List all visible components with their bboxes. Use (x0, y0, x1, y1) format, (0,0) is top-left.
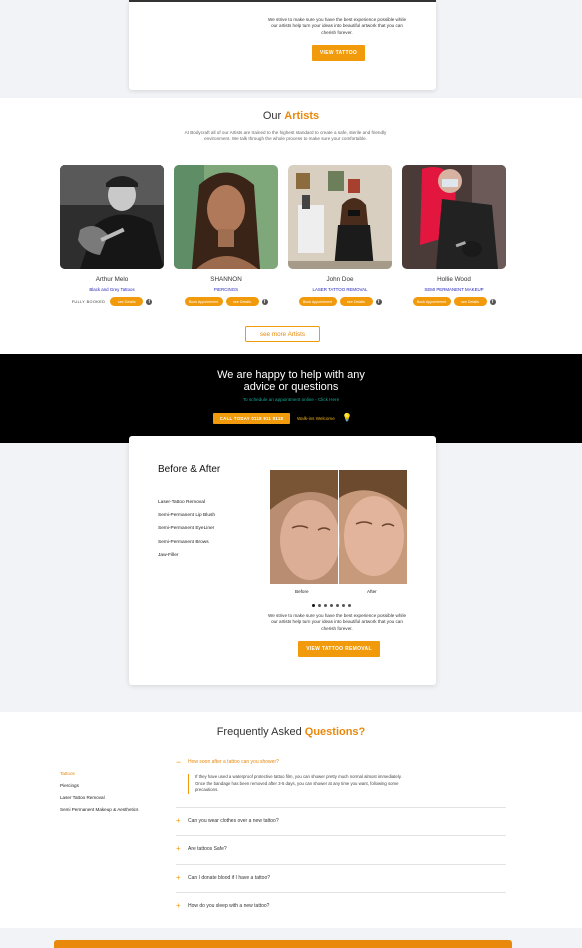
faq-divider (176, 892, 506, 893)
footer-bar (54, 940, 512, 948)
help-banner: We are happy to help with any advice or … (0, 354, 582, 443)
artist-name: Arthur Melo (95, 276, 129, 283)
carousel-dot[interactable] (336, 604, 339, 607)
artist-name: John Doe (326, 276, 354, 283)
faq-question-text: Are tattoos Safe? (188, 845, 227, 852)
artists-intro: At Bodycraft all of our Artists are trai… (184, 130, 387, 142)
plus-icon: + (176, 901, 181, 910)
carousel-dot[interactable] (348, 604, 351, 607)
faq-divider (176, 835, 506, 836)
card-top-border (129, 0, 436, 2)
minus-icon: − (176, 757, 182, 767)
artist-name: SHANNON (210, 276, 242, 283)
schedule-online-link[interactable]: To schedule an appointment online - Clic… (0, 397, 582, 402)
artist-role[interactable]: Black and Grey Tattoos (60, 287, 164, 292)
faq-category-active[interactable]: Tattoos (60, 768, 138, 780)
faq-question[interactable]: + Can you wear clothes over a new tattoo… (176, 816, 506, 825)
treatment-item[interactable]: Semi-Permanent Lip Blush (158, 513, 215, 518)
faq-question-text: How do you sleep with a new tattoo? (188, 902, 270, 909)
artist-card: Arthur Melo Black and Grey Tattoos FULLY… (60, 165, 164, 306)
carousel-dot[interactable] (324, 604, 327, 607)
carousel-dot[interactable] (342, 604, 345, 607)
book-appointment-button[interactable]: Book Appointment (184, 297, 223, 306)
view-tattoo-removal-button[interactable]: VIEW TATTOO REMOVAL (298, 641, 380, 657)
before-after-text: We strive to make sure you have the best… (267, 613, 407, 631)
view-tattoo-button[interactable]: VIEW TATTOO (312, 45, 365, 61)
top-card-text: We strive to make sure you have the best… (267, 17, 407, 35)
treatment-item[interactable]: Laser-Tattoo Removal (158, 500, 215, 505)
faq-question-text: How soon after a tattoo can you shower? (188, 759, 279, 765)
top-card: We strive to make sure you have the best… (129, 0, 436, 90)
faq-title: Frequently Asked Questions? (0, 726, 582, 738)
help-title: We are happy to help with any advice or … (0, 369, 582, 393)
carousel-dots (312, 604, 351, 607)
call-today-button[interactable]: CALL TODAY 0118 911 8118 (213, 413, 290, 424)
faq-question[interactable]: + Can I donate blood if I have a tattoo? (176, 873, 506, 882)
plus-icon: + (176, 873, 181, 882)
faq-open-question[interactable]: − How soon after a tattoo can you shower… (176, 757, 506, 767)
artists-title: Our Artists (0, 110, 582, 122)
faq-category[interactable]: Piercings (60, 780, 138, 792)
faq-question[interactable]: + How do you sleep with a new tattoo? (176, 901, 506, 910)
faq-question-text: Can I donate blood if I have a tattoo? (188, 874, 271, 881)
artists-title-accent: Artists (284, 110, 320, 122)
see-details-button[interactable]: see Details (453, 297, 487, 306)
artist-role[interactable]: PIERCINGS (174, 287, 278, 292)
treatment-item[interactable]: Jaw-Filler (158, 553, 215, 558)
before-after-card: Before & After Laser-Tattoo Removal Semi… (129, 436, 436, 685)
treatment-item[interactable]: Semi-Permanent Brows (158, 540, 215, 545)
artist-role[interactable]: SEMI PERMANENT MAKEUP (402, 287, 506, 292)
artist-card: Hollie Wood SEMI PERMANENT MAKEUP Book A… (402, 165, 506, 306)
before-after-title: Before & After (158, 464, 221, 475)
carousel-dot[interactable] (330, 604, 333, 607)
plus-icon: + (176, 816, 181, 825)
carousel-dot[interactable] (318, 604, 321, 607)
faq-answer: If they have used a waterproof protectiv… (188, 774, 408, 794)
artist-name: Hollie Wood (437, 276, 471, 283)
facebook-icon[interactable]: f (375, 298, 382, 305)
artist-card: John Doe LASER TATTOO REMOVAL Book Appoi… (288, 165, 392, 306)
facebook-icon[interactable]: f (146, 298, 153, 305)
help-title-line1: We are happy to help with any (217, 369, 365, 381)
facebook-icon[interactable]: f (489, 298, 496, 305)
faq-category[interactable]: Semi Permanent Makeup & Aesthetics (60, 804, 138, 816)
book-appointment-button[interactable]: Book Appointment (412, 297, 451, 306)
artists-title-plain: Our (262, 110, 282, 122)
see-details-button[interactable]: see Details (110, 297, 144, 306)
faq-question[interactable]: + Are tattoos Safe? (176, 844, 506, 853)
artist-role[interactable]: LASER TATTOO REMOVAL (288, 287, 392, 292)
faq-category[interactable]: Laser Tattoo Removal (60, 792, 138, 804)
faq-question-text: Can you wear clothes over a new tattoo? (188, 817, 279, 824)
artist-photo[interactable] (60, 165, 164, 269)
plus-icon: + (176, 844, 181, 853)
artists-section: Our Artists At Bodycraft all of our Arti… (0, 98, 582, 354)
artist-photo[interactable] (288, 165, 392, 269)
fully-booked-label: FULLY BOOKED (71, 299, 106, 304)
artist-card: SHANNON PIERCINGS Book Appointment see D… (174, 165, 278, 306)
before-label: Before (295, 589, 309, 594)
faq-categories: Tattoos Piercings Laser Tattoo Removal S… (60, 768, 138, 816)
treatment-list: Laser-Tattoo Removal Semi-Permanent Lip … (158, 500, 215, 566)
see-details-button[interactable]: see Details (339, 297, 373, 306)
walkins-welcome-text: Walk-ins Welcome (297, 416, 335, 421)
faq-section: Frequently Asked Questions? Tattoos Pier… (0, 712, 582, 928)
see-more-artists-button[interactable]: see more Artists (245, 326, 320, 342)
artist-photo[interactable] (174, 165, 278, 269)
lightbulb-icon: 💡 (342, 413, 352, 422)
carousel-dot[interactable] (312, 604, 315, 607)
faq-title-plain: Frequently Asked (216, 726, 302, 738)
see-details-button[interactable]: see Details (225, 297, 259, 306)
help-title-line2: advice or questions (243, 381, 339, 393)
book-appointment-button[interactable]: Book Appointment (298, 297, 337, 306)
after-label: After (367, 589, 377, 594)
artist-photo[interactable] (402, 165, 506, 269)
faq-divider (176, 807, 506, 808)
faq-title-accent: Questions? (304, 726, 366, 738)
faq-divider (176, 864, 506, 865)
before-after-image[interactable] (270, 470, 407, 584)
treatment-item[interactable]: Semi-Permanent EyeLiner (158, 526, 215, 531)
facebook-icon[interactable]: f (261, 298, 268, 305)
